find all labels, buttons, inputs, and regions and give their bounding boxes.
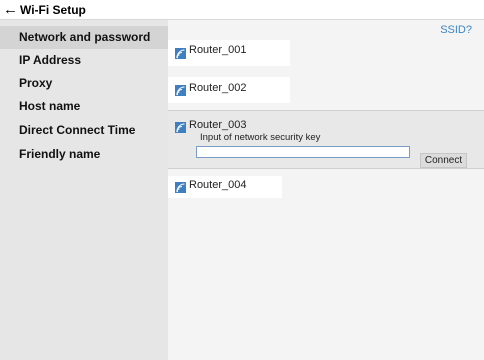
connect-button[interactable]: Connect xyxy=(420,153,467,168)
page-title: Wi-Fi Setup xyxy=(20,3,86,17)
wifi-signal-icon xyxy=(175,48,186,59)
network-name: Router_002 xyxy=(189,82,247,94)
title-bar: ← Wi-Fi Setup xyxy=(0,0,484,20)
security-key-input[interactable] xyxy=(196,146,410,158)
network-item-router-002[interactable]: Router_002 xyxy=(168,77,290,103)
network-name: Router_004 xyxy=(189,179,247,191)
wifi-signal-icon xyxy=(175,182,186,193)
network-item-router-004[interactable]: Router_004 xyxy=(168,176,282,198)
sidebar: Network and password IP Address Proxy Ho… xyxy=(0,20,168,360)
network-item-router-001[interactable]: Router_001 xyxy=(168,40,290,66)
sidebar-item-direct-connect-time[interactable]: Direct Connect Time xyxy=(0,119,168,142)
wifi-signal-icon xyxy=(175,85,186,96)
ssid-link[interactable]: SSID? xyxy=(440,24,472,36)
sidebar-item-ip-address[interactable]: IP Address xyxy=(0,49,168,72)
back-arrow-icon[interactable]: ← xyxy=(3,1,18,18)
network-name: Router_001 xyxy=(189,44,247,56)
security-key-label: Input of network security key xyxy=(200,132,321,143)
network-item-router-003[interactable]: Router_003 Input of network security key… xyxy=(168,110,484,169)
wifi-signal-icon xyxy=(175,122,186,133)
sidebar-item-network-and-password[interactable]: Network and password xyxy=(0,26,168,49)
network-name: Router_003 xyxy=(189,119,247,131)
network-list-panel: SSID? Router_001 Router_002 Router_003 I… xyxy=(168,20,484,360)
sidebar-item-proxy[interactable]: Proxy xyxy=(0,72,168,95)
sidebar-item-host-name[interactable]: Host name xyxy=(0,95,168,118)
sidebar-item-friendly-name[interactable]: Friendly name xyxy=(0,143,168,166)
